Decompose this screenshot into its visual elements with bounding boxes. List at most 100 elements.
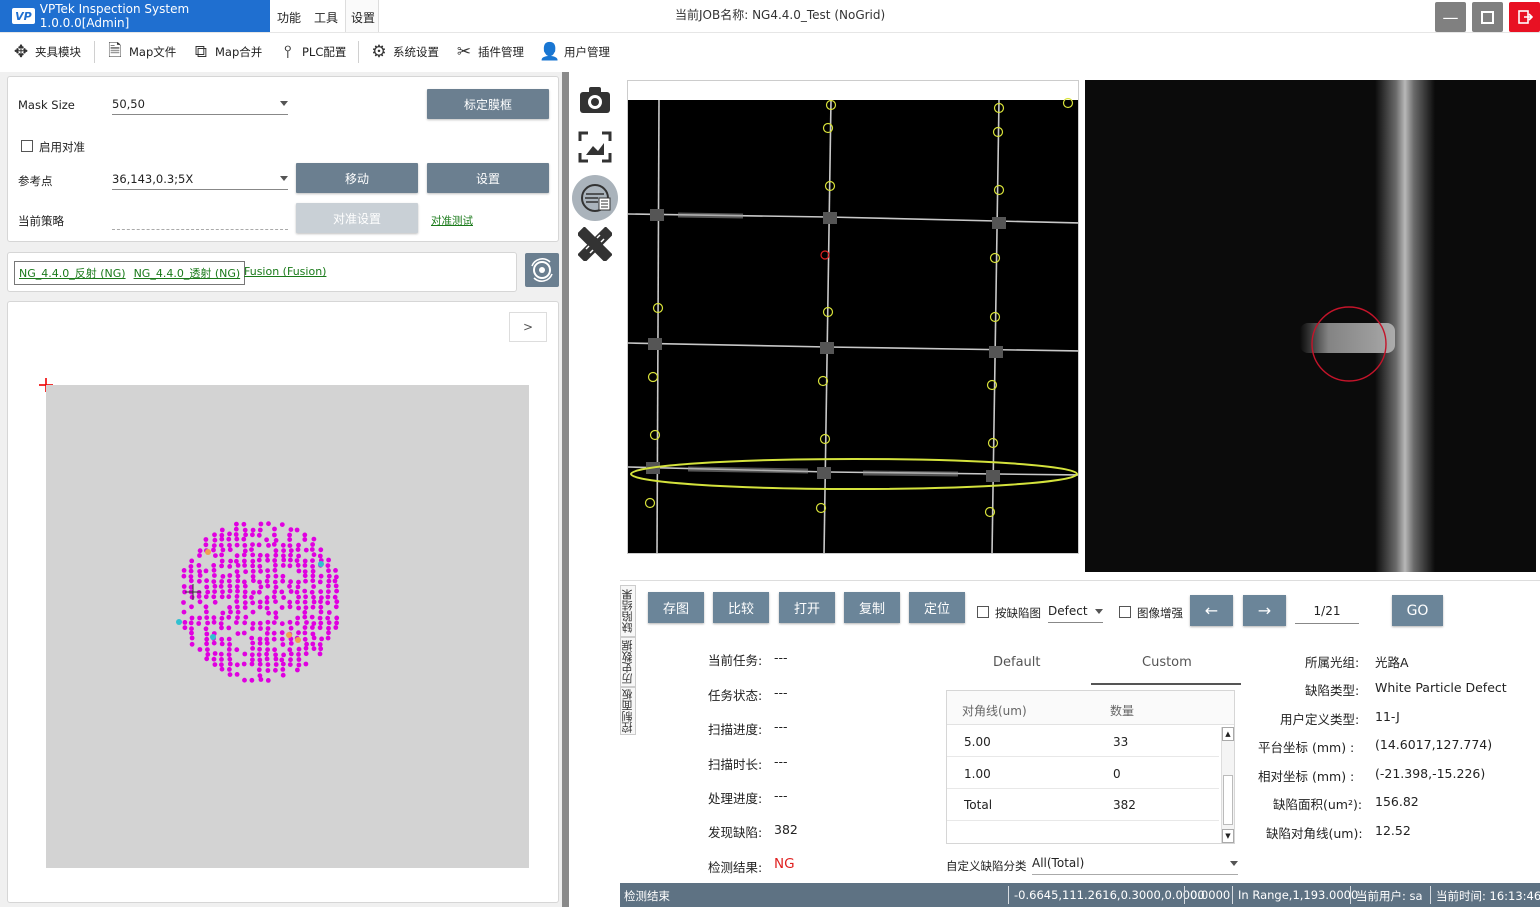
by-defect-label: 按缺陷图: [995, 606, 1041, 620]
toolbar-fixture-button[interactable]: ✥ 夹具模块: [10, 39, 81, 65]
defect-dot: [257, 640, 263, 646]
defect-dot: [303, 594, 308, 600]
defect-dot: [302, 610, 308, 615]
defect-dot: [273, 615, 279, 620]
defect-dot: [219, 657, 224, 662]
toolbar-mapfile-button[interactable]: 🗎 Map文件: [104, 39, 176, 65]
next-defect-button[interactable]: →: [1243, 595, 1286, 626]
defect-dot: [243, 532, 249, 538]
by-defect-checkbox[interactable]: [977, 606, 989, 618]
align-settings-button[interactable]: 对准设置: [296, 203, 418, 233]
copy-button[interactable]: 复制: [844, 592, 900, 623]
side-tab-defect-results[interactable]: 缺陷结果: [620, 585, 636, 637]
locate-button[interactable]: 定位: [909, 592, 965, 623]
ref-point-select[interactable]: 36,143,0.3;5X: [112, 172, 288, 190]
side-tab-label: 历史数据: [621, 640, 634, 684]
panel-splitter[interactable]: [562, 72, 569, 907]
defect-dot: [241, 552, 247, 558]
job-tab-fusion[interactable]: Fusion (Fusion): [244, 265, 326, 278]
go-button[interactable]: GO: [1392, 595, 1443, 626]
defect-dot: [226, 636, 232, 642]
side-tab-control-panel[interactable]: 控制面板: [620, 687, 636, 735]
defect-dot: [265, 619, 271, 625]
toolbar-plc-button[interactable]: ⫯ PLC配置: [277, 39, 346, 65]
image-enhance-checkbox[interactable]: [1119, 606, 1131, 618]
user-icon: 👤: [539, 42, 561, 62]
defect-dot: [219, 579, 225, 584]
defect-dot: [205, 620, 211, 626]
set-button[interactable]: 设置: [427, 163, 549, 193]
scroll-up-icon[interactable]: ▲: [1222, 727, 1234, 741]
ruler-button[interactable]: [577, 226, 613, 262]
menu-settings[interactable]: 设置: [351, 9, 375, 26]
defect-dot: [318, 573, 324, 579]
calibrate-frame-button[interactable]: 标定膜框: [427, 89, 549, 119]
compare-button[interactable]: 比较: [713, 592, 769, 623]
exit-button[interactable]: [1509, 2, 1540, 32]
defect-dot: [212, 599, 218, 605]
tab-default[interactable]: Default: [993, 655, 1041, 670]
page-input[interactable]: 1/21: [1295, 604, 1359, 624]
defect-dot: [304, 641, 309, 647]
open-button[interactable]: 打开: [779, 592, 835, 623]
table-row[interactable]: 1.00 0: [947, 758, 1219, 789]
enable-align-checkbox[interactable]: [21, 140, 33, 152]
scroll-thumb[interactable]: [1223, 775, 1233, 825]
fit-image-button[interactable]: [577, 129, 613, 165]
defect-dot: [242, 563, 248, 568]
menu-function[interactable]: 功能: [277, 9, 301, 26]
toolbar-mapmerge-button[interactable]: ⧉ Map合并: [190, 39, 262, 65]
toolbar-system-settings-button[interactable]: ⚙ 系统设置: [368, 39, 439, 65]
table-scrollbar[interactable]: ▲ ▼: [1221, 727, 1234, 843]
defect-dot: [309, 614, 315, 620]
defect-dot: [295, 547, 301, 552]
toolbar-separator: [358, 41, 359, 63]
defect-dot: [333, 625, 339, 630]
custom-class-select[interactable]: All(Total): [1032, 856, 1238, 875]
defect-dot: [294, 620, 300, 626]
defect-dot: [211, 543, 217, 548]
defect-dot: [188, 574, 194, 579]
minimize-button[interactable]: —: [1435, 2, 1466, 32]
defect-dot: [303, 547, 309, 553]
table-row[interactable]: Total 382: [947, 790, 1219, 821]
menu-tools[interactable]: 工具: [314, 9, 338, 26]
defect-dot: [257, 604, 263, 610]
defect-dot: [273, 562, 278, 568]
toolbar-plugin-button[interactable]: ✂ 插件管理: [453, 39, 524, 65]
move-button[interactable]: 移动: [296, 163, 418, 193]
maximize-button[interactable]: [1472, 2, 1503, 32]
defect-dot: [326, 620, 332, 626]
strategy-field[interactable]: [112, 212, 288, 230]
defect-dot: [227, 547, 233, 553]
tab-custom[interactable]: Custom: [1142, 655, 1192, 670]
table-row[interactable]: 5.00 33: [947, 726, 1219, 757]
defect-dot: [189, 604, 194, 610]
mask-size-select[interactable]: 50,50: [112, 97, 288, 115]
defect-dot: [234, 662, 240, 668]
defect-dot: [310, 542, 315, 547]
defect-dot: [318, 646, 324, 652]
align-test-link[interactable]: 对准测试: [431, 213, 473, 228]
defect-dot: [243, 614, 249, 620]
defect-type-select[interactable]: Defect: [1048, 604, 1103, 623]
defect-dot: [228, 558, 234, 564]
prev-defect-button[interactable]: ←: [1190, 595, 1233, 626]
defect-image-view[interactable]: [1085, 80, 1536, 572]
refresh-settings-button[interactable]: [525, 253, 559, 287]
save-image-button[interactable]: 存图: [648, 592, 704, 623]
defect-dot: [197, 647, 203, 652]
wafer-map-canvas[interactable]: [8, 302, 560, 904]
side-tab-history[interactable]: 历史数据: [620, 637, 636, 687]
defect-dot: [196, 563, 202, 568]
scroll-down-icon[interactable]: ▼: [1222, 829, 1234, 843]
camera-button[interactable]: [577, 82, 613, 118]
job-tab-transmit[interactable]: NG_4.4.0_透射 (NG): [134, 265, 241, 281]
grid-image-view[interactable]: [627, 80, 1079, 554]
defect-dot: [296, 568, 302, 574]
toolbar-user-button[interactable]: 👤 用户管理: [539, 39, 610, 65]
job-tab-reflect[interactable]: NG_4.4.0_反射 (NG): [19, 265, 126, 281]
wafer-view-button[interactable]: [572, 175, 618, 221]
defect-dot: [212, 583, 218, 589]
defect-dot: [287, 543, 293, 548]
